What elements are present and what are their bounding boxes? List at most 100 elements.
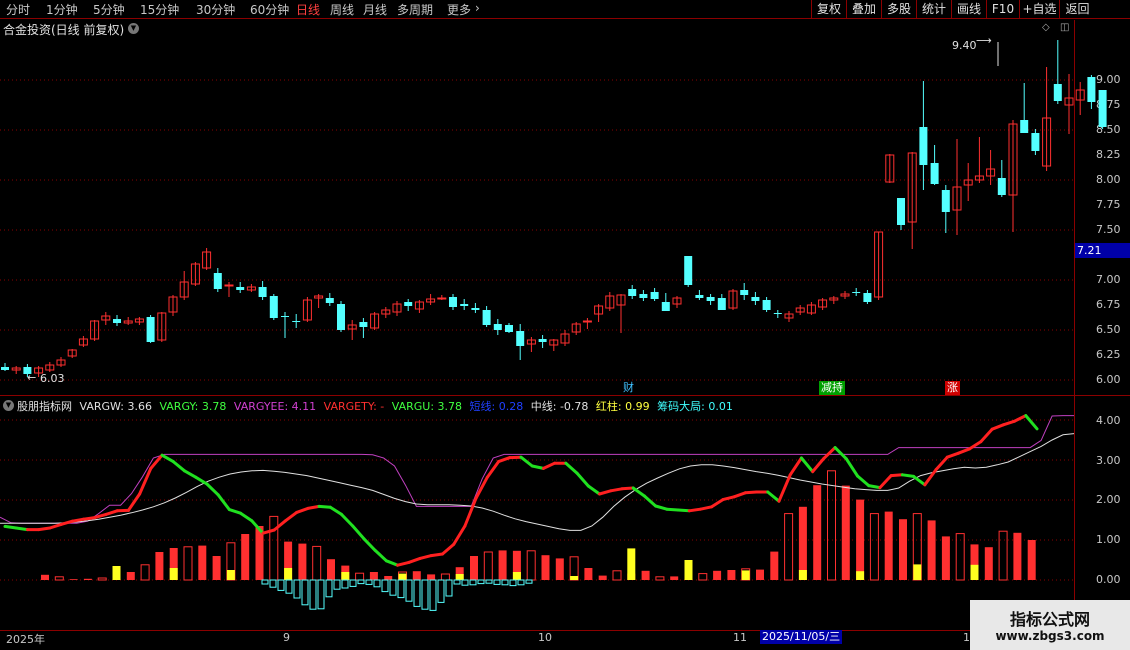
vargy-line-segment xyxy=(889,473,904,478)
red-bar xyxy=(212,556,221,580)
candle-body-down xyxy=(661,302,670,311)
red-bar xyxy=(784,513,794,581)
red-bar xyxy=(856,499,865,580)
vargy-line-segment xyxy=(799,456,815,474)
vargy-line-segment xyxy=(328,505,344,516)
vargy-line-segment xyxy=(822,446,837,460)
cyan-bar xyxy=(501,579,509,586)
vargy-line-segment xyxy=(407,556,422,564)
candle-body-down xyxy=(449,297,457,307)
vargy-line-segment xyxy=(676,508,691,513)
vargy-line-segment xyxy=(844,457,860,478)
candle-body-down xyxy=(1020,120,1029,133)
vargy-line-segment xyxy=(396,560,411,567)
candle-body-down xyxy=(213,273,222,289)
red-bar xyxy=(483,551,493,581)
kline-chart[interactable] xyxy=(0,0,1130,650)
candle-body-down xyxy=(482,310,491,325)
candle-body-down xyxy=(706,297,715,301)
cyan-bar xyxy=(365,579,373,585)
red-bar xyxy=(498,550,507,580)
vargy-line-segment xyxy=(732,491,747,499)
candle-body-down xyxy=(359,322,368,327)
candle-body-down xyxy=(919,127,928,165)
vargy-line-segment xyxy=(463,496,478,528)
red-bar xyxy=(355,572,365,581)
indicator-name[interactable]: 股朋指标网 xyxy=(17,400,72,413)
vargy-line-segment xyxy=(272,519,287,532)
candle-body-down xyxy=(684,256,693,285)
vargy-line-segment xyxy=(811,456,826,474)
cyan-bar xyxy=(277,579,285,591)
vargy-line-segment xyxy=(766,490,781,503)
candle-body-down xyxy=(325,298,334,303)
vargy-line-segment xyxy=(373,548,388,563)
cyan-bar xyxy=(293,579,301,599)
indicator-value-vargy: VARGY: 3.78 xyxy=(159,400,227,413)
indicator-header: 股朋指标网 VARGW: 3.66 VARGY: 3.78 VARGYEE: 4… xyxy=(17,398,737,414)
vargy-line-segment xyxy=(598,489,613,496)
date-label: 1 xyxy=(963,631,970,644)
vargy-line-segment xyxy=(934,455,949,472)
candle-body-down xyxy=(337,304,345,330)
finance-badge[interactable]: 财 xyxy=(621,381,636,395)
indicator-tick: 1.00 xyxy=(1096,533,1121,546)
vargy-line-segment xyxy=(721,495,736,502)
cyan-bar xyxy=(445,579,453,597)
cyan-bar xyxy=(309,579,317,610)
red-bar xyxy=(941,536,950,580)
candle-body-down xyxy=(146,317,155,342)
red-bar xyxy=(655,576,665,581)
cyan-bar xyxy=(333,579,341,590)
cyan-bar xyxy=(261,579,269,585)
red-bar xyxy=(369,572,378,580)
reduce-holding-badge[interactable]: 减持 xyxy=(819,381,845,395)
vargy-line-segment xyxy=(384,559,400,567)
candle-body-down xyxy=(1053,84,1062,101)
red-bar xyxy=(670,576,679,580)
vargy-line-segment xyxy=(452,524,467,546)
red-bar xyxy=(241,534,250,580)
indicator-tick: 2.00 xyxy=(1096,493,1121,506)
indicator-value-mid: 中线: -0.78 xyxy=(530,400,589,413)
vargy-line-segment xyxy=(182,469,198,479)
cyan-bar xyxy=(301,579,309,606)
cyan-bar xyxy=(469,579,477,586)
cyan-bar xyxy=(421,579,429,610)
red-bar xyxy=(427,574,436,580)
red-bar xyxy=(54,576,64,581)
vargy-line-segment xyxy=(609,487,624,493)
red-bar xyxy=(155,552,164,580)
yellow-bar xyxy=(856,571,865,580)
vargy-line-segment xyxy=(440,542,456,556)
candle-body-up xyxy=(582,320,592,323)
high-price-label: 9.40 xyxy=(952,39,977,52)
vargy-line-segment xyxy=(541,461,557,470)
rise-badge[interactable]: 涨 xyxy=(945,381,960,395)
vargy-line-segment xyxy=(497,456,512,464)
cyan-bar xyxy=(269,579,277,588)
vargy-line-segment xyxy=(160,453,175,464)
cyan-bar xyxy=(397,579,405,599)
vargy-line-segment xyxy=(171,460,186,473)
vargy-line-segment xyxy=(429,552,444,558)
candle-body-down xyxy=(1031,133,1040,151)
red-bar xyxy=(713,570,722,580)
red-bar xyxy=(312,545,322,581)
vargy-line-segment xyxy=(878,474,893,490)
vargy-line-segment xyxy=(59,519,74,526)
vargy-line-segment xyxy=(239,511,254,523)
chevron-down-icon[interactable]: ▼ xyxy=(3,400,14,411)
indicator-value-vargu: VARGU: 3.78 xyxy=(391,400,463,413)
red-bar xyxy=(412,571,421,580)
candle-body-down xyxy=(113,319,121,323)
candle-body-down xyxy=(997,178,1006,195)
red-bar xyxy=(384,576,393,580)
red-bar xyxy=(869,513,879,581)
red-bar xyxy=(756,569,764,580)
indicator-tick: 0.00 xyxy=(1096,573,1121,586)
vargy-line-segment xyxy=(990,423,1005,431)
vargy-line-segment xyxy=(82,516,97,521)
candle-body-down xyxy=(516,331,525,346)
red-bar xyxy=(470,556,478,580)
